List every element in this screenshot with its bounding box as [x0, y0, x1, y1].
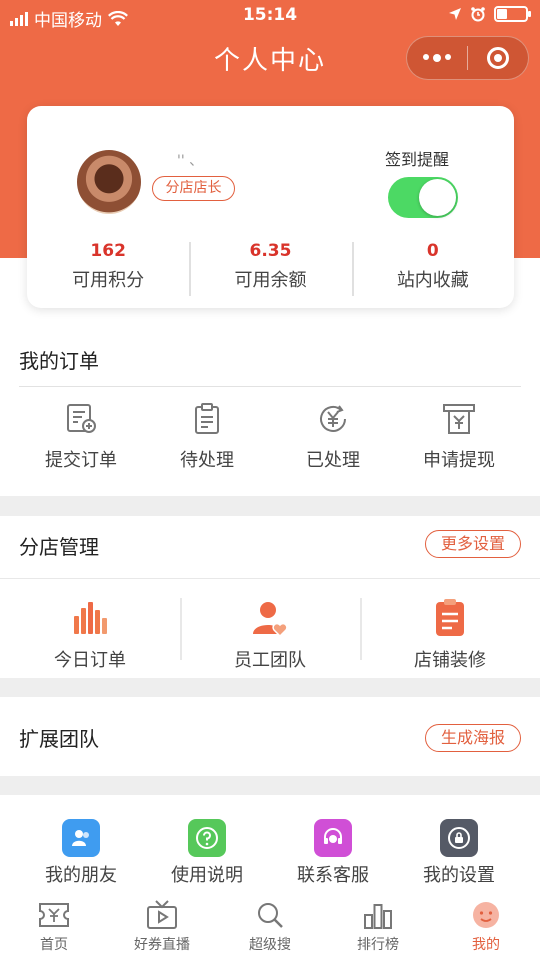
stat-balance[interactable]: 6.35 可用余额: [189, 238, 351, 298]
customer-service-icon: [314, 819, 352, 857]
friends-icon: [62, 819, 100, 857]
signin-reminder-toggle[interactable]: [388, 177, 458, 218]
stat-points[interactable]: 162 可用积分: [27, 238, 189, 298]
profile-icon: [473, 902, 499, 928]
my-friends-button[interactable]: 我的朋友: [18, 819, 144, 887]
withdraw-icon: [443, 404, 475, 434]
branch-panel: 分店管理 更多设置 今日订单 员工团队 店铺装修: [0, 516, 540, 678]
bottom-tab-bar: 首页 好券直播 超级搜 排行榜 我的: [0, 893, 540, 960]
help-icon: [188, 819, 226, 857]
stat-label: 可用积分: [72, 270, 145, 291]
role-badge: 分店店长: [152, 176, 235, 201]
home-ticket-icon: [39, 903, 69, 927]
status-bar: 中国移动 15:14: [0, 0, 540, 32]
tab-label: 好券直播: [134, 937, 190, 953]
bar-chart-icon: [74, 602, 107, 634]
team-panel: 扩展团队 生成海报: [0, 697, 540, 776]
more-dots-icon: [423, 54, 451, 62]
branch-item-label: 店铺装修: [414, 650, 486, 671]
team-user-icon: [253, 602, 288, 638]
more-settings-button[interactable]: 更多设置: [425, 530, 521, 558]
close-miniprogram-button[interactable]: [468, 37, 528, 79]
shop-decor-button[interactable]: 店铺装修: [360, 598, 540, 672]
tools-grid: 我的朋友 使用说明 联系客服 我的设置: [0, 819, 540, 887]
profile-card: '' 、 分店店长 签到提醒 162 可用积分 6.35 可用余额 0 站内收藏: [27, 106, 514, 308]
tab-label: 我的: [472, 937, 500, 953]
stat-favorites[interactable]: 0 站内收藏: [351, 238, 514, 298]
staff-team-button[interactable]: 员工团队: [180, 598, 360, 672]
ranking-icon: [364, 904, 392, 929]
stat-value: 6.35: [249, 241, 292, 261]
miniprogram-capsule: [406, 36, 529, 80]
pending-clipboard-icon: [195, 403, 219, 434]
customer-service-button[interactable]: 联系客服: [270, 819, 396, 887]
signin-reminder-label: 签到提醒: [385, 150, 450, 169]
submit-order-icon: [67, 404, 96, 433]
order-processed-button[interactable]: 已处理: [270, 402, 396, 472]
branch-grid: 今日订单 员工团队 店铺装修: [0, 598, 540, 672]
tool-label: 我的设置: [423, 865, 495, 886]
tools-panel: 我的朋友 使用说明 联系客服 我的设置: [0, 795, 540, 893]
location-arrow-icon: [449, 8, 461, 20]
shop-decor-icon: [436, 599, 464, 636]
my-settings-button[interactable]: 我的设置: [396, 819, 522, 887]
branch-item-label: 员工团队: [234, 650, 306, 671]
today-orders-button[interactable]: 今日订单: [0, 598, 180, 672]
stat-label: 站内收藏: [396, 270, 469, 291]
search-icon: [258, 903, 283, 928]
divider: [0, 578, 540, 579]
tool-label: 我的朋友: [45, 865, 117, 886]
team-section-title: 扩展团队: [19, 727, 99, 751]
more-menu-button[interactable]: [407, 37, 467, 79]
avatar[interactable]: [77, 150, 141, 214]
order-label: 已处理: [306, 450, 360, 471]
generate-poster-button[interactable]: 生成海报: [425, 724, 521, 752]
stat-value: 0: [426, 241, 439, 261]
tab-label: 首页: [40, 937, 68, 953]
tab-label: 排行榜: [357, 937, 399, 953]
tab-home[interactable]: 首页: [0, 893, 108, 960]
orders-section-title: 我的订单: [19, 349, 99, 373]
order-label: 申请提现: [423, 450, 495, 471]
tab-label: 超级搜: [249, 937, 291, 953]
settings-icon: [440, 819, 478, 857]
stat-label: 可用余额: [234, 270, 307, 291]
status-right: [448, 6, 531, 22]
order-label: 提交订单: [45, 450, 117, 471]
tv-icon: [147, 900, 177, 929]
instructions-button[interactable]: 使用说明: [144, 819, 270, 887]
processed-yen-icon: [320, 405, 346, 432]
tab-super-search[interactable]: 超级搜: [216, 893, 324, 960]
toggle-knob: [419, 179, 456, 216]
order-submit-button[interactable]: 提交订单: [18, 402, 144, 472]
order-label: 待处理: [180, 450, 234, 471]
target-circle-icon: [487, 47, 509, 69]
tool-label: 使用说明: [171, 865, 243, 886]
tool-label: 联系客服: [297, 865, 369, 886]
branch-item-label: 今日订单: [54, 650, 126, 671]
orders-grid: 提交订单 待处理 已处理 申请提现: [0, 402, 540, 472]
tab-mine[interactable]: 我的: [432, 893, 540, 960]
username: '' 、: [177, 153, 204, 169]
alarm-icon: [471, 7, 485, 22]
order-pending-button[interactable]: 待处理: [144, 402, 270, 472]
order-withdraw-button[interactable]: 申请提现: [396, 402, 522, 472]
stats-row: 162 可用积分 6.35 可用余额 0 站内收藏: [27, 238, 514, 298]
stat-value: 162: [90, 241, 126, 261]
battery-icon: [494, 6, 531, 22]
divider: [19, 386, 521, 387]
tab-coupon-live[interactable]: 好券直播: [108, 893, 216, 960]
branch-section-title: 分店管理: [19, 535, 99, 559]
tab-ranking[interactable]: 排行榜: [324, 893, 432, 960]
